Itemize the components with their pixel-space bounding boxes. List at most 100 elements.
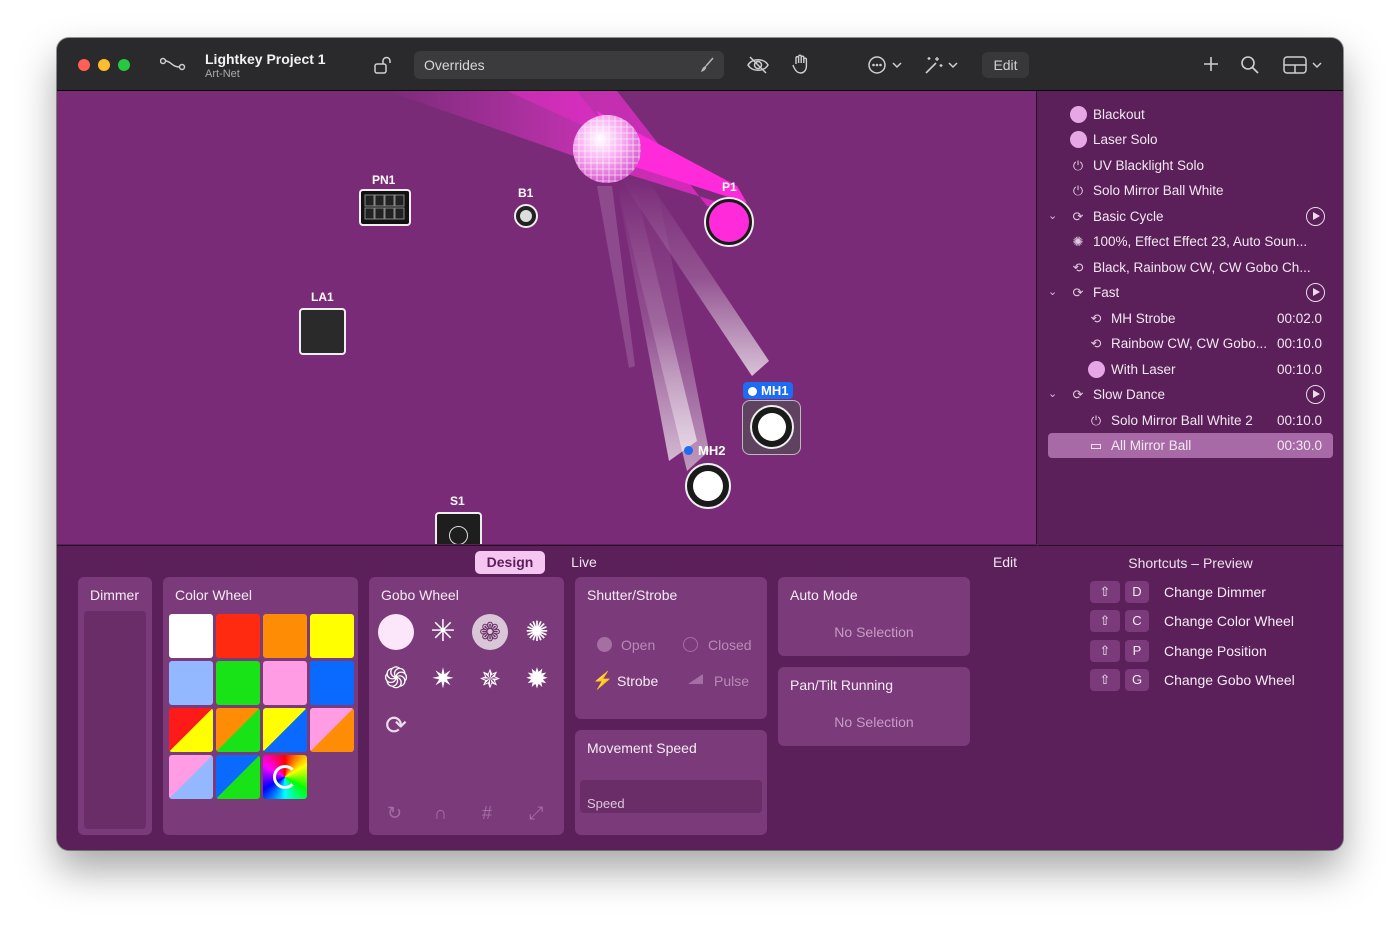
zoom-icon[interactable]: ⤢ (529, 803, 543, 824)
fixture-p1[interactable] (706, 199, 752, 245)
cue-row[interactable]: ⌄ ⟳ Fast (1048, 280, 1333, 305)
chevron-down-icon[interactable]: ⌄ (1048, 382, 1062, 407)
edit-properties-button[interactable]: Edit (986, 551, 1024, 574)
cue-row[interactable]: ⟲ Black, Rainbow CW, CW Gobo Ch... (1048, 255, 1333, 280)
tab-design[interactable]: Design (475, 551, 545, 574)
cycle-icon: ⟳ (1072, 387, 1084, 402)
strobe-label[interactable]: Strobe (617, 673, 658, 689)
color-swatch-blue-green[interactable] (216, 755, 260, 799)
closed-radio[interactable] (683, 637, 698, 652)
speed-slider[interactable]: Speed (580, 780, 762, 813)
open-radio[interactable] (597, 637, 612, 652)
power-icon: ⏻ (1090, 413, 1102, 428)
tab-live[interactable]: Live (562, 551, 606, 574)
gobo-star-icon[interactable]: ✳ (425, 614, 461, 650)
dimmer-title: Dimmer (90, 587, 139, 603)
minimize-window-button[interactable] (98, 59, 110, 71)
cue-row[interactable]: Laser Solo (1048, 127, 1333, 152)
cue-time: 00:10.0 (1276, 362, 1322, 377)
color-swatch-blue[interactable] (310, 661, 354, 705)
cue-row[interactable]: ⟲ MH Strobe 00:02.0 (1048, 306, 1333, 331)
chevron-down-icon[interactable]: ⌄ (1048, 204, 1062, 229)
color-swatch-red-yellow[interactable] (169, 708, 213, 752)
gobo-shards-icon[interactable]: ✺ (519, 614, 555, 650)
unlock-icon[interactable] (373, 55, 393, 78)
eye-slash-icon[interactable] (746, 55, 770, 78)
pulse-label[interactable]: Pulse (714, 673, 749, 689)
magic-wand-icon[interactable] (923, 55, 961, 78)
cue-row[interactable]: ⟲ Rainbow CW, CW Gobo... 00:10.0 (1048, 331, 1333, 356)
more-options-icon[interactable] (867, 55, 905, 78)
auto-mode-value: No Selection (834, 624, 914, 640)
pulse-ramp-icon[interactable] (688, 674, 703, 684)
gobo-open-icon[interactable] (378, 614, 414, 650)
gobo-rotate-icon[interactable]: ⟳ (378, 707, 414, 743)
close-window-button[interactable] (78, 59, 90, 71)
fixture-label-la1: LA1 (311, 290, 334, 304)
gobo-rose-icon[interactable]: ❁ (472, 614, 508, 650)
cue-row[interactable]: Blackout (1048, 102, 1333, 127)
speed-label: Speed (587, 796, 625, 811)
color-swatch-green[interactable] (216, 661, 260, 705)
play-icon[interactable] (1306, 385, 1325, 404)
color-swatch-yellow-blue[interactable] (263, 708, 307, 752)
color-swatch-orange[interactable] (263, 614, 307, 658)
cue-label: UV Blacklight Solo (1093, 158, 1205, 173)
color-swatch-pink[interactable] (263, 661, 307, 705)
cue-row[interactable]: ✺ 100%, Effect Effect 23, Auto Soun... (1048, 229, 1333, 254)
fixture-mh1[interactable] (742, 400, 801, 455)
edit-button[interactable]: Edit (982, 52, 1029, 78)
color-swatch-orange-green[interactable] (216, 708, 260, 752)
hand-icon[interactable] (792, 54, 810, 77)
search-icon[interactable] (1240, 55, 1260, 78)
color-swatch-white[interactable] (169, 614, 213, 658)
play-icon[interactable] (1306, 207, 1325, 226)
color-swatch-yellow[interactable] (310, 614, 354, 658)
color-swatch-pink-lightblue[interactable] (169, 755, 213, 799)
gobo-spiral-icon[interactable]: ✹ (519, 661, 555, 697)
shake-icon[interactable]: ∩ (434, 803, 447, 824)
play-icon[interactable] (1306, 283, 1325, 302)
lens-icon (758, 413, 786, 441)
color-swatch-red[interactable] (216, 614, 260, 658)
step-icon: ⟲ (1072, 260, 1084, 275)
color-swatch-light-blue[interactable] (169, 661, 213, 705)
gobo-lines-icon[interactable]: ✷ (425, 661, 461, 697)
cue-row[interactable]: ⌄ ⟳ Basic Cycle (1048, 204, 1333, 229)
maximize-window-button[interactable] (118, 59, 130, 71)
cue-row-selected[interactable]: ▭ All Mirror Ball 00:30.0 (1048, 433, 1333, 458)
fixture-label-mh1[interactable]: MH1 (743, 382, 794, 399)
overrides-field[interactable]: Overrides (414, 51, 724, 79)
project-connection-icon[interactable] (159, 55, 186, 76)
stage-view[interactable]: PN1 B1 P1 LA1 MH1 MH2 S1 (57, 91, 1037, 544)
rainbow-rotate-icon[interactable] (263, 755, 307, 799)
fixture-mh2[interactable] (685, 463, 731, 509)
cue-label: All Mirror Ball (1111, 438, 1192, 453)
rotate-icon[interactable]: ↻ (387, 803, 402, 824)
cue-list[interactable]: Blackout Laser Solo ⏻ UV Blacklight Solo… (1038, 91, 1343, 544)
cue-row[interactable]: With Laser 00:10.0 (1048, 357, 1333, 382)
fixture-label-p1: P1 (722, 180, 737, 194)
strobe-bolt-icon[interactable]: ⚡ (592, 671, 613, 691)
cue-row[interactable]: ⏻ UV Blacklight Solo (1048, 153, 1333, 178)
project-title: Lightkey Project 1 (205, 51, 326, 67)
gobo-swirl-icon[interactable]: ֍ (378, 661, 414, 697)
fixture-pn1[interactable] (359, 189, 411, 226)
cue-label: 100%, Effect Effect 23, Auto Soun... (1093, 234, 1308, 249)
cue-row[interactable]: ⌄ ⟳ Slow Dance (1048, 382, 1333, 407)
color-swatch-pink-orange[interactable] (310, 708, 354, 752)
gobo-stars-icon[interactable]: ✵ (472, 661, 508, 697)
cue-label: MH Strobe (1111, 311, 1176, 326)
fixture-la1[interactable] (299, 308, 346, 355)
brush-icon[interactable] (698, 51, 716, 83)
fixture-b1[interactable] (514, 204, 538, 228)
cue-row[interactable]: ⏻ Solo Mirror Ball White 2 00:10.0 (1048, 408, 1333, 433)
layout-icon[interactable] (1283, 55, 1325, 78)
chevron-down-icon[interactable]: ⌄ (1048, 280, 1062, 305)
shutter-strobe-panel: Shutter/Strobe Open Closed ⚡ Strobe Puls… (575, 577, 767, 719)
cue-row[interactable]: ⏻ Solo Mirror Ball White (1048, 178, 1333, 203)
add-icon[interactable] (1202, 55, 1220, 76)
index-icon[interactable]: # (482, 803, 492, 824)
dimmer-slider[interactable] (84, 611, 146, 829)
fixture-s1[interactable] (435, 512, 482, 544)
